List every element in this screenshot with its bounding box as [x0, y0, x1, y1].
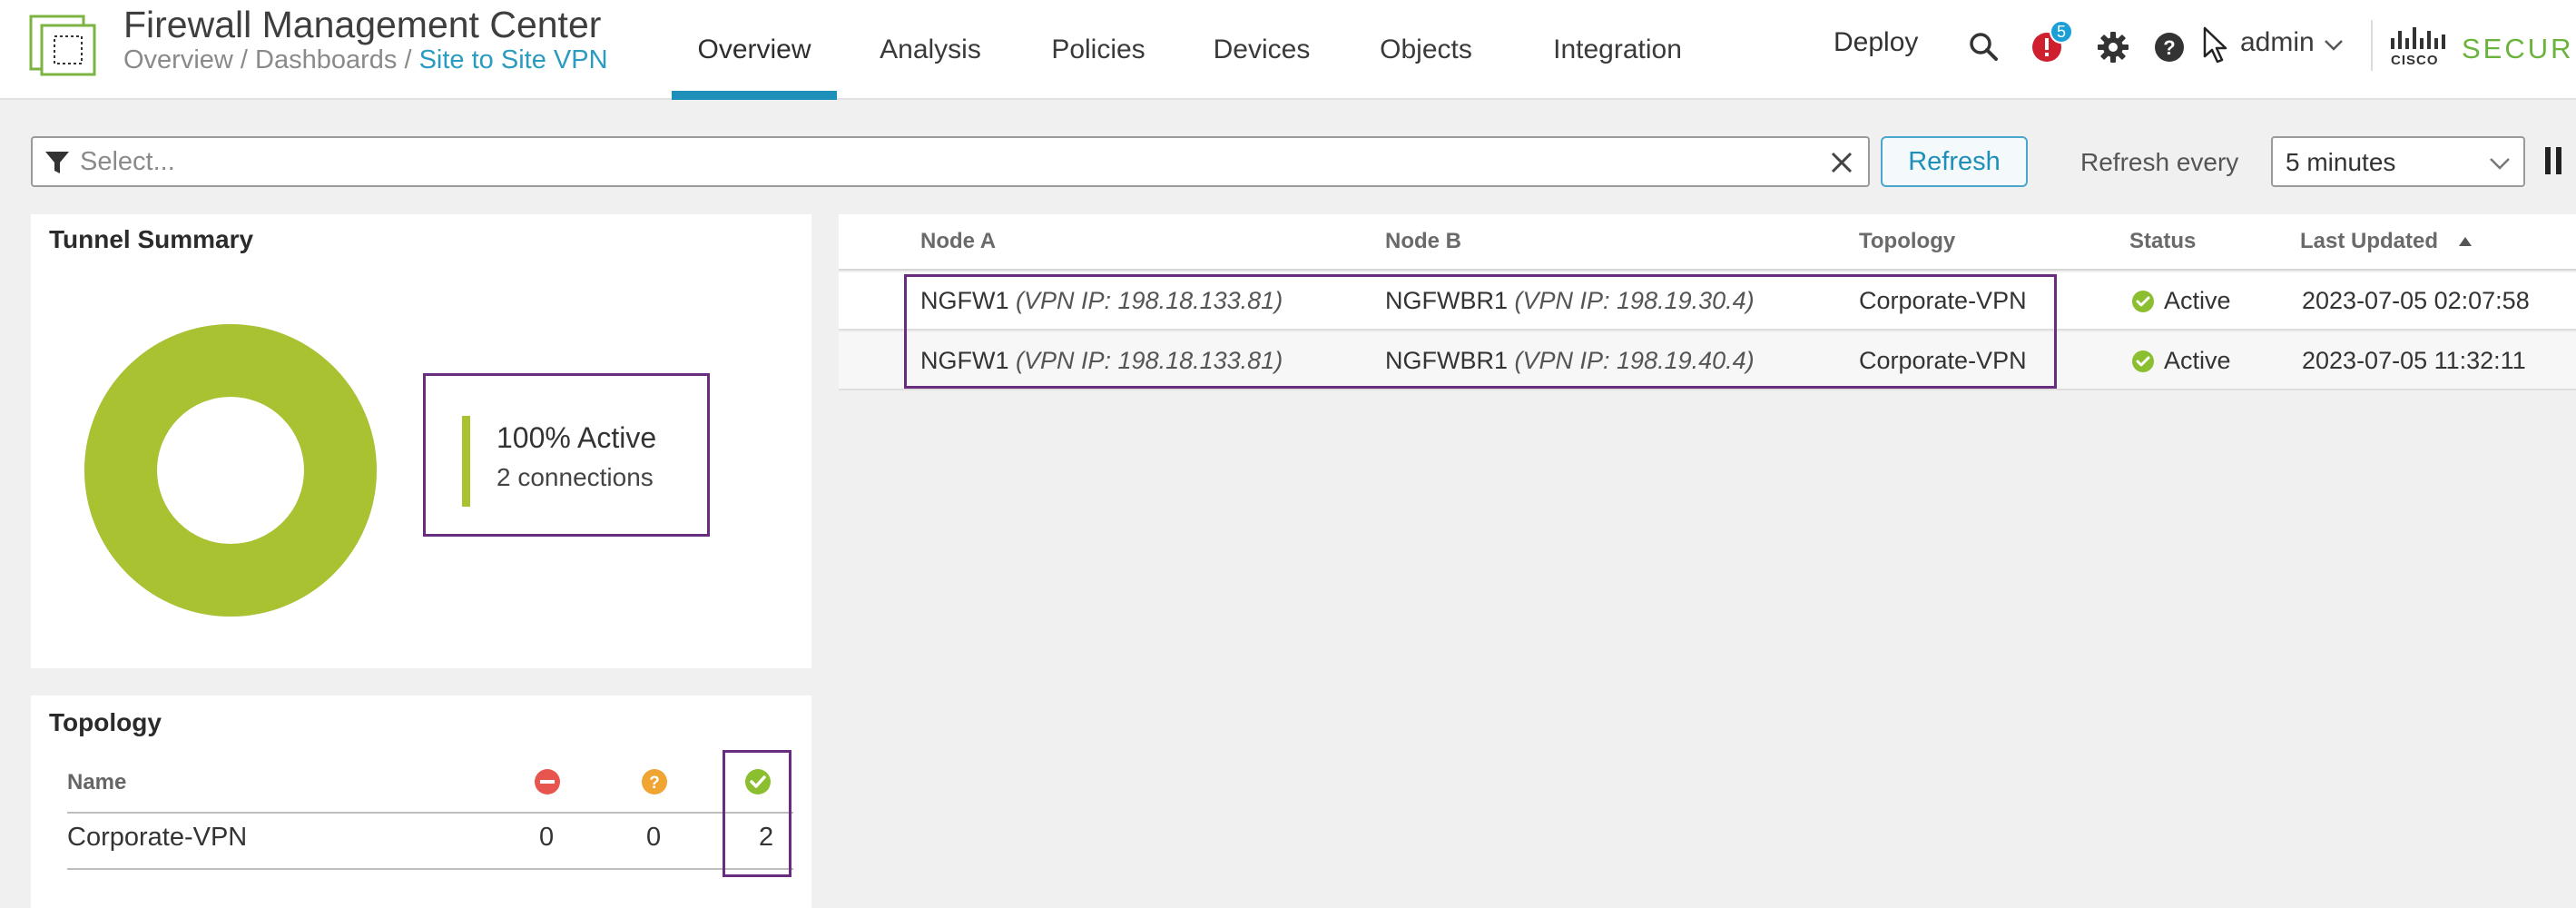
topology-col-name[interactable]: Name — [67, 770, 126, 795]
table-header: Node A Node B Topology Status Last Updat… — [839, 214, 2576, 271]
unknown-status-icon: ? — [642, 769, 667, 794]
breadcrumb-current: Site to Site VPN — [418, 45, 608, 74]
topology-row-unknown-count: 0 — [646, 823, 662, 852]
legend-active-percent: 100% Active — [497, 421, 657, 454]
refresh-interval-select[interactable]: 5 minutes — [2271, 136, 2525, 187]
mouse-cursor-icon — [2203, 26, 2227, 64]
topology-row-divider — [67, 868, 793, 870]
user-name: admin — [2240, 27, 2315, 57]
tunnel-status-donut-chart[interactable] — [84, 323, 378, 617]
user-menu[interactable]: admin — [2240, 27, 2315, 58]
breadcrumb-overview[interactable]: Overview — [123, 45, 233, 74]
top-header: Firewall Management Center Overview / Da… — [0, 0, 2576, 100]
col-node-a[interactable]: Node A — [920, 229, 996, 254]
down-status-icon — [535, 769, 560, 794]
refresh-every-label: Refresh every — [2080, 148, 2239, 176]
refresh-interval-value: 5 minutes — [2286, 148, 2396, 176]
col-last-updated[interactable]: Last Updated — [2300, 229, 2438, 254]
fmc-logo-icon[interactable] — [29, 15, 96, 76]
tunnel-summary-title: Tunnel Summary — [49, 225, 254, 253]
brand-label: SECURE — [2462, 33, 2576, 64]
rows-highlight-box — [904, 274, 2057, 389]
cell-last-updated: 2023-07-05 11:32:11 — [2302, 347, 2526, 374]
tab-overview[interactable]: Overview — [672, 0, 837, 100]
clear-icon[interactable] — [1830, 151, 1853, 174]
filter-input[interactable]: Select... — [31, 136, 1870, 187]
col-node-b[interactable]: Node B — [1385, 229, 1461, 254]
header-divider — [2371, 20, 2373, 71]
active-column-highlight — [723, 750, 791, 877]
cisco-wordmark: CISCO — [2391, 53, 2439, 68]
col-topology[interactable]: Topology — [1859, 229, 1955, 254]
active-status-icon — [2132, 350, 2154, 372]
col-status[interactable]: Status — [2129, 229, 2196, 254]
cell-last-updated: 2023-07-05 02:07:58 — [2302, 287, 2530, 314]
gear-icon[interactable] — [2097, 31, 2129, 64]
topology-row-down-count: 0 — [539, 823, 555, 852]
svg-text:?: ? — [2163, 36, 2175, 59]
legend-color-bar — [462, 416, 470, 507]
help-icon[interactable]: ? — [2153, 31, 2186, 64]
search-icon[interactable] — [1968, 31, 1999, 62]
cisco-logo-icon — [2391, 27, 2445, 49]
tab-analysis[interactable]: Analysis — [867, 0, 994, 100]
breadcrumb: Overview / Dashboards / Site to Site VPN — [123, 45, 608, 75]
tab-objects[interactable]: Objects — [1363, 0, 1489, 100]
sort-ascending-icon[interactable] — [2458, 236, 2473, 247]
topology-row-name[interactable]: Corporate-VPN — [67, 823, 247, 853]
tunnels-table: Node A Node B Topology Status Last Updat… — [839, 214, 2576, 392]
cell-status: Active — [2164, 347, 2231, 374]
pause-icon[interactable] — [2542, 145, 2565, 176]
svg-text:?: ? — [649, 774, 660, 793]
breadcrumb-dashboards[interactable]: Dashboards — [255, 45, 397, 74]
filter-placeholder: Select... — [80, 147, 175, 176]
tab-policies[interactable]: Policies — [1039, 0, 1157, 100]
topology-title: Topology — [49, 708, 162, 736]
topology-panel: Topology Name ? Corporate-VPN 0 0 2 — [31, 696, 811, 908]
tab-integration[interactable]: Integration — [1536, 0, 1699, 100]
active-status-icon — [2132, 291, 2154, 312]
breadcrumb-separator: / — [397, 45, 419, 74]
chevron-down-icon — [2490, 158, 2510, 170]
tab-devices[interactable]: Devices — [1203, 0, 1321, 100]
app-title: Firewall Management Center — [123, 4, 602, 45]
refresh-button[interactable]: Refresh — [1881, 136, 2028, 187]
donut-slice-active[interactable] — [84, 324, 377, 617]
deploy-button[interactable]: Deploy — [1834, 27, 1918, 58]
tunnel-summary-panel: Tunnel Summary 100% Active 2 connections — [31, 214, 811, 668]
tunnel-summary-legend: 100% Active 2 connections — [423, 373, 710, 537]
breadcrumb-separator: / — [232, 45, 256, 74]
filter-icon — [45, 152, 69, 173]
chevron-down-icon[interactable] — [2324, 38, 2344, 53]
topology-header-divider — [67, 812, 793, 814]
notification-count-badge: 5 — [2050, 20, 2073, 44]
cell-status: Active — [2164, 287, 2231, 314]
legend-connection-count: 2 connections — [497, 463, 654, 491]
